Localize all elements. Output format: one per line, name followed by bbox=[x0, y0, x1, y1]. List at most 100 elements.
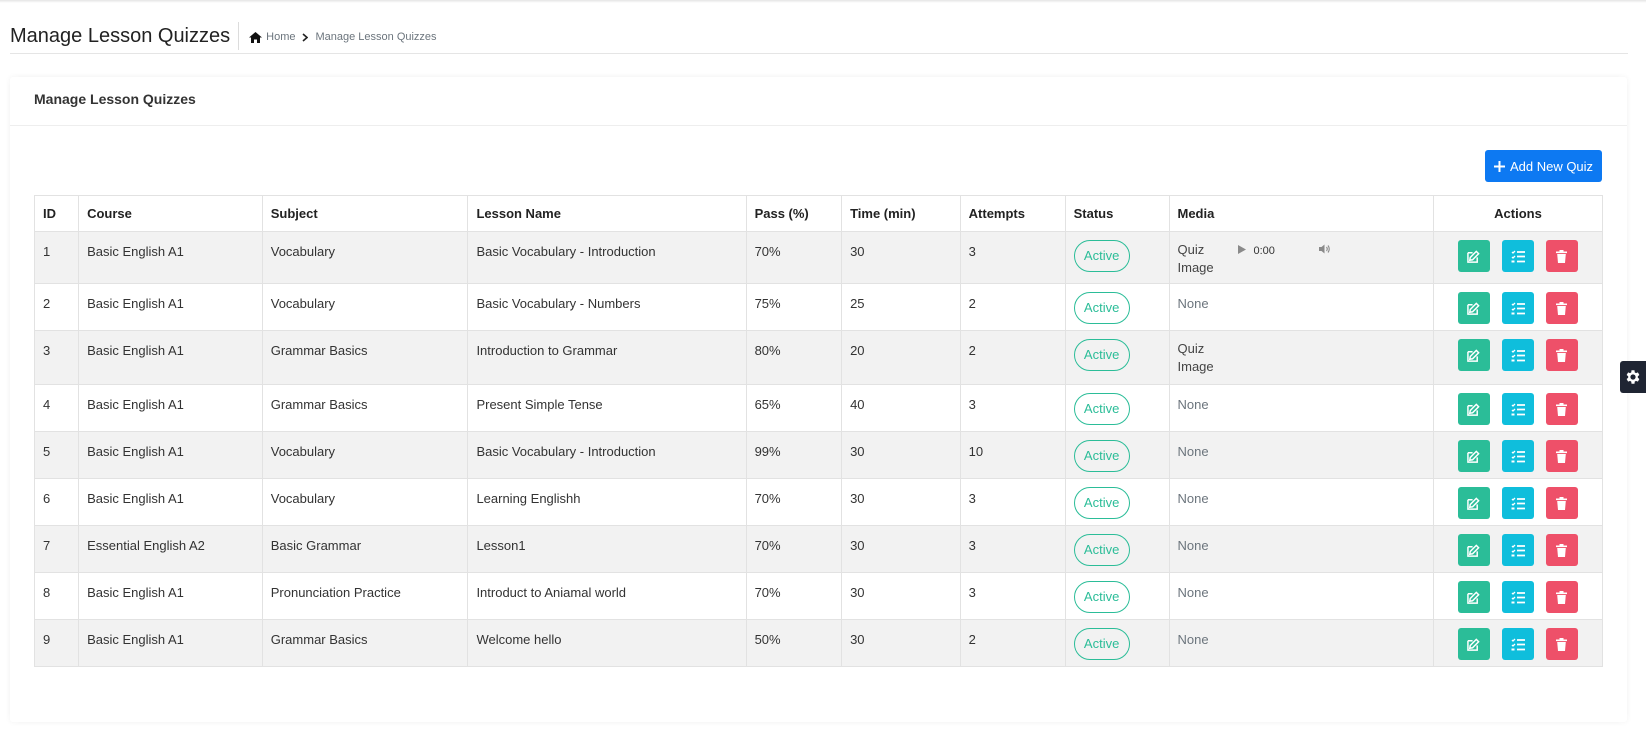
cell-lesson-name: Basic Vocabulary - Introduction bbox=[467, 431, 747, 479]
header-time[interactable]: Time (min) bbox=[841, 195, 961, 232]
cell-actions bbox=[1432, 478, 1604, 526]
header-subject[interactable]: Subject bbox=[261, 195, 469, 232]
header-attempts[interactable]: Attempts bbox=[959, 195, 1066, 232]
edit-button[interactable] bbox=[1457, 292, 1490, 324]
delete-button[interactable] bbox=[1545, 393, 1578, 425]
cell-lesson-name: Introduction to Grammar bbox=[467, 330, 747, 385]
cell-id: 2 bbox=[33, 283, 80, 331]
audio-player[interactable]: 0:00 bbox=[1237, 244, 1331, 257]
cell-media: Quiz Image bbox=[1168, 330, 1434, 385]
cell-subject: Vocabulary bbox=[261, 283, 469, 331]
list-check-icon bbox=[1511, 450, 1525, 463]
cell-lesson-name: Introduct to Aniamal world bbox=[467, 572, 747, 620]
add-new-quiz-button[interactable]: Add New Quiz bbox=[1485, 150, 1602, 182]
trash-icon bbox=[1556, 449, 1568, 463]
cell-attempts: 3 bbox=[959, 478, 1066, 526]
delete-button[interactable] bbox=[1545, 440, 1578, 472]
table-row: 5 Basic English A1 Vocabulary Basic Vocabul… bbox=[33, 431, 1604, 479]
cell-id: 6 bbox=[33, 478, 80, 526]
manage-questions-button[interactable] bbox=[1501, 628, 1534, 660]
manage-questions-button[interactable] bbox=[1501, 292, 1534, 324]
list-check-icon bbox=[1511, 591, 1525, 604]
status-badge: Active bbox=[1073, 487, 1130, 519]
cell-status: Active bbox=[1064, 572, 1170, 620]
header-lesson-name[interactable]: Lesson Name bbox=[467, 195, 747, 232]
delete-button[interactable] bbox=[1545, 487, 1578, 519]
manage-questions-button[interactable] bbox=[1501, 339, 1534, 371]
cell-id: 9 bbox=[33, 619, 80, 667]
manage-questions-button[interactable] bbox=[1501, 440, 1534, 472]
manage-questions-button[interactable] bbox=[1501, 581, 1534, 613]
settings-toggle[interactable] bbox=[1620, 361, 1646, 393]
edit-button[interactable] bbox=[1457, 487, 1490, 519]
cell-id: 1 bbox=[33, 231, 80, 284]
cell-time: 30 bbox=[841, 231, 961, 284]
cell-time: 30 bbox=[841, 431, 961, 479]
edit-icon bbox=[1467, 301, 1481, 315]
breadcrumb-home-label: Home bbox=[266, 31, 296, 43]
delete-button[interactable] bbox=[1545, 240, 1578, 272]
manage-questions-button[interactable] bbox=[1501, 393, 1534, 425]
edit-button[interactable] bbox=[1457, 581, 1490, 613]
volume-icon[interactable] bbox=[1318, 244, 1331, 257]
header-pass[interactable]: Pass (%) bbox=[745, 195, 843, 232]
delete-button[interactable] bbox=[1545, 339, 1578, 371]
breadcrumb-home-link[interactable]: Home bbox=[249, 31, 295, 43]
plus-icon bbox=[1493, 160, 1505, 172]
trash-icon bbox=[1556, 348, 1568, 362]
cell-subject: Grammar Basics bbox=[261, 384, 469, 432]
manage-questions-button[interactable] bbox=[1501, 240, 1534, 272]
cell-media: None bbox=[1168, 478, 1434, 526]
cell-media: Quiz Image 0:00 bbox=[1168, 231, 1434, 284]
trash-icon bbox=[1556, 402, 1568, 416]
edit-button[interactable] bbox=[1457, 628, 1490, 660]
image-alt-2: Image bbox=[1177, 260, 1214, 275]
media-none: None bbox=[1177, 444, 1209, 459]
header-status[interactable]: Status bbox=[1064, 195, 1170, 232]
list-check-icon bbox=[1511, 544, 1525, 557]
play-icon[interactable] bbox=[1237, 244, 1246, 257]
edit-button[interactable] bbox=[1457, 440, 1490, 472]
trash-icon bbox=[1556, 543, 1568, 557]
list-check-icon bbox=[1511, 349, 1525, 362]
manage-questions-button[interactable] bbox=[1501, 534, 1534, 566]
quiz-image-broken: Quiz Image bbox=[1178, 340, 1220, 376]
cell-time: 25 bbox=[841, 283, 961, 331]
list-check-icon bbox=[1511, 302, 1525, 315]
table-header-row: ID Course Subject Lesson Name Pass (%) T… bbox=[33, 195, 1604, 232]
cell-media: None bbox=[1168, 572, 1434, 620]
cell-actions bbox=[1432, 283, 1604, 331]
manage-questions-button[interactable] bbox=[1501, 487, 1534, 519]
edit-button[interactable] bbox=[1457, 534, 1490, 566]
cell-pass: 70% bbox=[745, 572, 843, 620]
page-header: Manage Lesson Quizzes Home Manage Lesson… bbox=[10, 22, 1628, 54]
cell-time: 30 bbox=[841, 478, 961, 526]
header-id[interactable]: ID bbox=[33, 195, 80, 232]
delete-button[interactable] bbox=[1545, 292, 1578, 324]
cell-status: Active bbox=[1064, 525, 1170, 573]
status-badge: Active bbox=[1073, 240, 1130, 272]
edit-button[interactable] bbox=[1457, 393, 1490, 425]
header-media[interactable]: Media bbox=[1168, 195, 1434, 232]
add-new-quiz-label: Add New Quiz bbox=[1509, 158, 1594, 174]
cell-actions bbox=[1432, 619, 1604, 667]
quiz-image-broken: Quiz Image bbox=[1178, 241, 1220, 277]
edit-button[interactable] bbox=[1457, 339, 1490, 371]
header-course[interactable]: Course bbox=[78, 195, 263, 232]
media-cell: Quiz Image 0:00 bbox=[1178, 241, 1425, 277]
delete-button[interactable] bbox=[1545, 581, 1578, 613]
cell-attempts: 3 bbox=[959, 572, 1066, 620]
cell-lesson-name: Learning Englishh bbox=[467, 478, 747, 526]
delete-button[interactable] bbox=[1545, 628, 1578, 660]
cell-lesson-name: Welcome hello bbox=[467, 619, 747, 667]
cell-pass: 70% bbox=[745, 231, 843, 284]
breadcrumb: Home Manage Lesson Quizzes bbox=[249, 31, 437, 43]
table-row: 9 Basic English A1 Grammar Basics Welcome h… bbox=[33, 619, 1604, 667]
edit-button[interactable] bbox=[1457, 240, 1490, 272]
cell-subject: Basic Grammar bbox=[261, 525, 469, 573]
cell-id: 8 bbox=[33, 572, 80, 620]
image-alt-1: Quiz bbox=[1177, 341, 1205, 356]
list-check-icon bbox=[1511, 403, 1525, 416]
status-badge: Active bbox=[1073, 628, 1130, 660]
delete-button[interactable] bbox=[1545, 534, 1578, 566]
